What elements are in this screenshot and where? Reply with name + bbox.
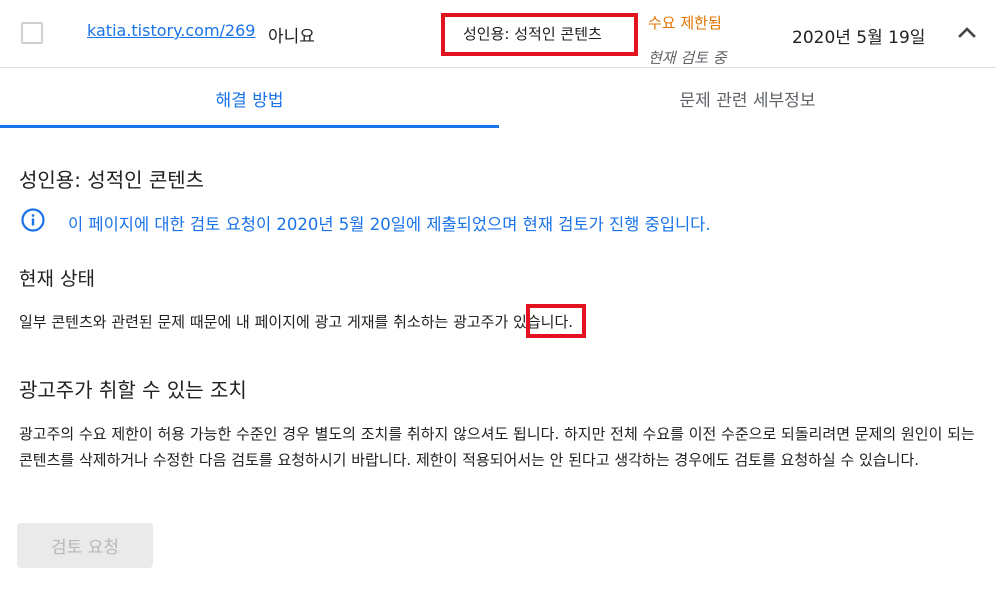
page-row: katia.tistory.com/269 아니요 성인용: 성적인 콘텐츠 수… — [0, 0, 996, 68]
current-status-heading: 현재 상태 — [19, 268, 95, 290]
row-checkbox[interactable] — [21, 22, 43, 44]
tab-solution[interactable]: 해결 방법 — [0, 68, 499, 128]
issue-title: 성인용: 성적인 콘텐츠 — [19, 168, 205, 192]
current-status-text: 일부 콘텐츠와 관련된 문제 때문에 내 페이지에 광고 게재를 취소하는 광고… — [19, 313, 574, 331]
review-info-message: 이 페이지에 대한 검토 요청이 2020년 5월 20일에 제출되었으며 현재… — [68, 215, 711, 234]
active-tab-indicator — [0, 125, 499, 128]
info-circle-icon — [20, 207, 46, 233]
annotation-box-advertiser — [526, 304, 586, 338]
chevron-up-icon[interactable] — [953, 18, 981, 46]
answer-value: 아니요 — [268, 27, 315, 47]
row-date: 2020년 5월 19일 — [792, 28, 926, 48]
request-review-button[interactable]: 검토 요청 — [17, 523, 153, 568]
action-heading: 광고주가 취할 수 있는 조치 — [19, 378, 247, 402]
issue-label: 성인용: 성적인 콘텐츠 — [463, 25, 602, 43]
tab-issue-details[interactable]: 문제 관련 세부정보 — [499, 68, 996, 128]
page-url-link[interactable]: katia.tistory.com/269 — [87, 21, 255, 40]
action-text: 광고주의 수요 제한이 허용 가능한 수준인 경우 별도의 조치를 취하지 않으… — [19, 425, 975, 469]
review-status: 현재 검토 중 — [648, 49, 727, 67]
demand-status: 수요 제한됨 — [648, 14, 722, 32]
